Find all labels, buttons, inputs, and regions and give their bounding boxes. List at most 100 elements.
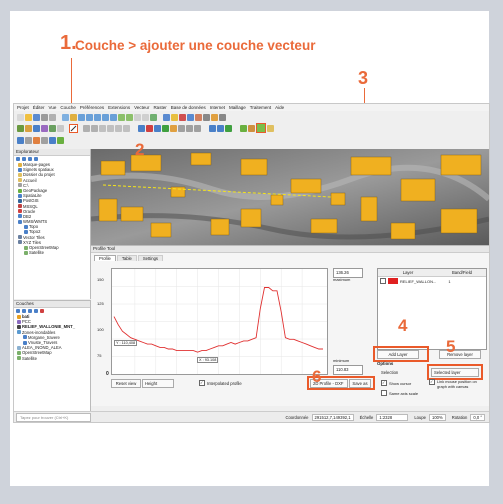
profile-tool-icon[interactable] bbox=[69, 123, 78, 133]
measure-icon[interactable] bbox=[203, 113, 210, 121]
save-project-icon[interactable] bbox=[33, 113, 40, 121]
profile-chart[interactable]: 150 125 100 75 0 Y : 110,408 X : 93.108 bbox=[97, 268, 328, 377]
new-geopackage-icon[interactable] bbox=[57, 136, 64, 144]
show-cursor-option[interactable]: ✓ Show cursor bbox=[381, 380, 411, 386]
delete-selected-icon[interactable] bbox=[57, 124, 64, 132]
manage-visibility-icon[interactable] bbox=[28, 309, 32, 313]
zoom-in-icon[interactable] bbox=[78, 113, 85, 121]
tab-table[interactable]: Table bbox=[116, 255, 137, 261]
menu-maillage[interactable]: Maillage bbox=[229, 105, 246, 110]
checkbox-checked-icon[interactable]: ✓ bbox=[429, 379, 435, 385]
diagram-icon[interactable] bbox=[194, 124, 201, 132]
checkbox-checked-icon[interactable]: ✓ bbox=[199, 380, 205, 386]
reset-view-button[interactable]: Reset view bbox=[111, 379, 141, 388]
rotate-label-icon[interactable] bbox=[170, 124, 177, 132]
print-layout-icon[interactable] bbox=[41, 113, 48, 121]
coordinate-value[interactable]: 291512,7,149392,1 bbox=[311, 413, 354, 421]
checkbox-checked-icon[interactable]: ✓ bbox=[381, 380, 387, 386]
menu-preferences[interactable]: Préférences bbox=[80, 105, 104, 110]
scale-value[interactable]: 1:2328 bbox=[376, 413, 409, 421]
zoom-next-icon[interactable] bbox=[126, 113, 133, 121]
text-annotation-icon[interactable] bbox=[219, 113, 226, 121]
properties-icon[interactable] bbox=[34, 157, 38, 161]
refresh-icon[interactable] bbox=[150, 113, 157, 121]
digitize-icon[interactable] bbox=[17, 124, 24, 132]
processing-toolbox-icon[interactable] bbox=[248, 124, 255, 132]
checkbox-unchecked-icon[interactable] bbox=[381, 390, 387, 396]
map-canvas[interactable] bbox=[91, 149, 489, 245]
layer-style-icon[interactable] bbox=[138, 124, 145, 132]
menu-vecteur[interactable]: Vecteur bbox=[134, 105, 149, 110]
tree-item-satellite[interactable]: Satellite bbox=[18, 250, 90, 255]
filter-icon[interactable] bbox=[22, 157, 26, 161]
add-feature-icon[interactable] bbox=[41, 124, 48, 132]
layer-table-row[interactable]: RELIEF_WALLON... 1 bbox=[378, 277, 486, 285]
menu-traitement[interactable]: Traitement bbox=[250, 105, 271, 110]
add-delimited-icon[interactable] bbox=[25, 136, 32, 144]
menu-couche[interactable]: Couche bbox=[60, 105, 76, 110]
rotation-value[interactable]: 0,0 ° bbox=[470, 413, 485, 421]
zoom-out-icon[interactable] bbox=[86, 113, 93, 121]
paste-features-icon[interactable] bbox=[115, 124, 122, 132]
add-raster-layer-icon[interactable] bbox=[267, 124, 274, 132]
select-features-icon[interactable] bbox=[171, 113, 178, 121]
menu-raster[interactable]: Raster bbox=[153, 105, 166, 110]
menu-internet[interactable]: Internet bbox=[210, 105, 225, 110]
zoom-layer-icon[interactable] bbox=[102, 113, 109, 121]
open-attribute-table-icon[interactable] bbox=[187, 113, 194, 121]
height-select[interactable]: Height bbox=[142, 379, 174, 388]
locator-search-input[interactable]: Tapez pour trouver (Ctrl+K) bbox=[16, 412, 91, 422]
add-wms-icon[interactable] bbox=[33, 136, 40, 144]
edit-pencil-icon[interactable] bbox=[25, 124, 32, 132]
open-styling-icon[interactable] bbox=[16, 309, 20, 313]
move-label-icon[interactable] bbox=[162, 124, 169, 132]
menu-editer[interactable]: Éditer bbox=[33, 105, 45, 110]
show-hide-labels-icon[interactable] bbox=[186, 124, 193, 132]
temporal-controller-icon[interactable] bbox=[142, 113, 149, 121]
new-map-view-icon[interactable] bbox=[134, 113, 141, 121]
copy-features-icon[interactable] bbox=[107, 124, 114, 132]
new-shapefile-icon[interactable] bbox=[49, 136, 56, 144]
pan-icon[interactable] bbox=[62, 113, 69, 121]
same-axis-option[interactable]: Same axis scale bbox=[381, 390, 418, 396]
interpolated-profile-option[interactable]: ✓ Interpolated profile bbox=[199, 380, 242, 386]
filter-legend-icon[interactable] bbox=[34, 309, 38, 313]
statistics-icon[interactable] bbox=[195, 113, 202, 121]
zoom-last-icon[interactable] bbox=[118, 113, 125, 121]
python-console-icon[interactable] bbox=[240, 124, 247, 132]
collapse-icon[interactable] bbox=[28, 157, 32, 161]
zoom-selection-icon[interactable] bbox=[110, 113, 117, 121]
zoom-full-icon[interactable] bbox=[94, 113, 101, 121]
deselect-icon[interactable] bbox=[179, 113, 186, 121]
pan-to-selection-icon[interactable] bbox=[70, 113, 77, 121]
menu-vue[interactable]: Vue bbox=[49, 105, 57, 110]
identify-icon[interactable] bbox=[163, 113, 170, 121]
georeferencer-icon[interactable] bbox=[217, 124, 224, 132]
add-layer-group-icon[interactable] bbox=[17, 136, 24, 144]
add-group-icon[interactable] bbox=[22, 309, 26, 313]
plugin-icon[interactable] bbox=[225, 124, 232, 132]
change-label-icon[interactable] bbox=[178, 124, 185, 132]
style-manager-icon[interactable] bbox=[49, 113, 56, 121]
highlight-pinned-icon[interactable] bbox=[154, 124, 161, 132]
raster-calc-icon[interactable] bbox=[209, 124, 216, 132]
menu-extensions[interactable]: Extensions bbox=[108, 105, 130, 110]
minimum-value[interactable]: 110.83 bbox=[333, 365, 363, 375]
tab-profile[interactable]: Profile bbox=[94, 255, 116, 261]
magnifier-value[interactable]: 100% bbox=[429, 413, 446, 421]
add-vector-layer-icon[interactable] bbox=[256, 123, 266, 133]
new-project-icon[interactable] bbox=[17, 113, 24, 121]
checkbox-checked-icon[interactable] bbox=[380, 278, 386, 284]
layer-color-swatch[interactable] bbox=[388, 278, 398, 284]
vertex-tool-icon[interactable] bbox=[49, 124, 56, 132]
save-edits-icon[interactable] bbox=[33, 124, 40, 132]
cut-features-icon[interactable] bbox=[99, 124, 106, 132]
menu-aide[interactable]: Aide bbox=[275, 105, 284, 110]
remove-layer-icon[interactable] bbox=[40, 309, 44, 313]
redo-icon[interactable] bbox=[91, 124, 98, 132]
menu-base-de-donnees[interactable]: Base de données bbox=[171, 105, 206, 110]
undo-icon[interactable] bbox=[83, 124, 90, 132]
label-tool-icon[interactable] bbox=[123, 124, 130, 132]
menu-projet[interactable]: Projet bbox=[17, 105, 29, 110]
map-tips-icon[interactable] bbox=[211, 113, 218, 121]
